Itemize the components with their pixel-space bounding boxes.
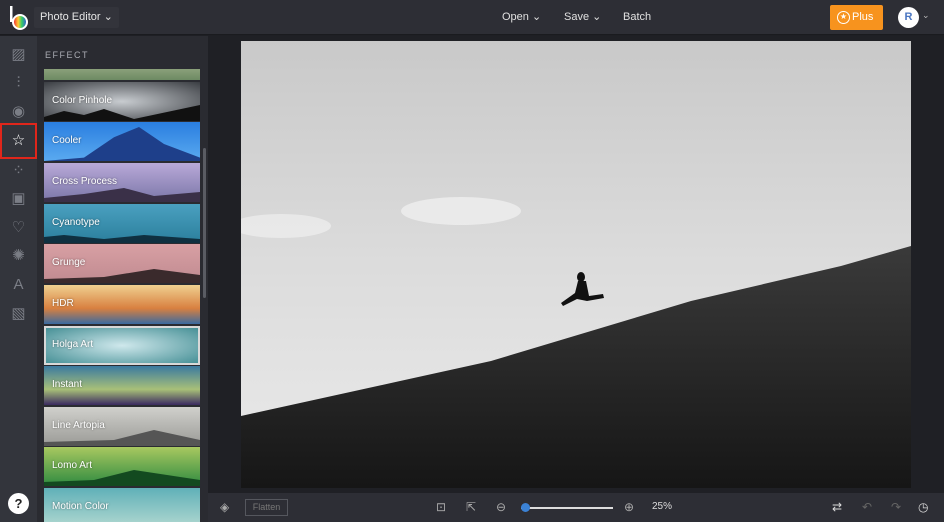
open-menu[interactable]: Open ⌄ <box>496 7 547 28</box>
zoom-slider[interactable] <box>521 507 613 509</box>
plus-button[interactable]: ★ Plus <box>830 5 883 30</box>
eye-icon[interactable]: ◉ <box>0 98 37 126</box>
nodes-icon[interactable]: ⁘ <box>0 157 37 185</box>
star-icon[interactable]: ☆ <box>0 123 37 159</box>
effect-cyanotype[interactable]: Cyanotype <box>44 204 200 243</box>
batch-button[interactable]: Batch <box>617 7 657 28</box>
effect-hdr[interactable]: HDR <box>44 285 200 324</box>
effect-cross-process[interactable]: Cross Process <box>44 163 200 202</box>
bottom-bar: ◈ Flatten ⊡ ⇱ ⊖ ⊕ 25% ⇄ ↶ ↷ ◷ <box>208 493 944 522</box>
history-icon[interactable]: ◷ <box>918 500 928 514</box>
expand-icon[interactable]: ⇱ <box>466 500 476 514</box>
app-switcher[interactable]: Photo Editor ⌄ <box>34 7 119 28</box>
canvas-area <box>208 36 944 493</box>
effect-grunge[interactable]: Grunge <box>44 244 200 283</box>
image-icon[interactable]: ▨ <box>0 41 37 69</box>
avatar[interactable]: R <box>898 7 919 28</box>
panel-scrollbar[interactable] <box>203 148 206 298</box>
star-icon: ★ <box>837 11 850 24</box>
effect-lomo-art[interactable]: Lomo Art <box>44 447 200 486</box>
heart-icon[interactable]: ♡ <box>0 214 37 242</box>
tool-rail: ▨ ⫶ ◉ ☆ ⁘ ▣ ♡ ✺ A ▧ <box>0 36 37 522</box>
zoom-in-icon[interactable]: ⊕ <box>624 500 634 514</box>
app-title: Photo Editor <box>40 11 101 23</box>
zoom-slider-handle[interactable] <box>521 503 530 512</box>
text-icon[interactable]: A <box>0 271 37 299</box>
effect-holga-art[interactable]: Holga Art <box>44 326 200 365</box>
texture-icon[interactable]: ▧ <box>0 300 37 328</box>
effect-line-artopia[interactable]: Line Artopia <box>44 407 200 446</box>
panel-heading: EFFECT <box>45 50 89 60</box>
badge-icon[interactable]: ✺ <box>0 242 37 270</box>
fit-screen-icon[interactable]: ⊡ <box>436 500 446 514</box>
save-menu[interactable]: Save ⌄ <box>558 7 607 28</box>
effect-motion-color[interactable]: Motion Color <box>44 488 200 522</box>
top-bar: Photo Editor ⌄ Open ⌄ Save ⌄ Batch ★ Plus… <box>0 0 944 35</box>
photo[interactable] <box>241 41 911 488</box>
frame-icon[interactable]: ▣ <box>0 185 37 213</box>
zoom-out-icon[interactable]: ⊖ <box>496 500 506 514</box>
layers-icon[interactable]: ◈ <box>220 500 229 514</box>
compare-icon[interactable]: ⇄ <box>832 500 842 514</box>
effects-panel: EFFECT Color Pinhole Cooler Cross Proces… <box>37 36 208 522</box>
sliders-icon[interactable]: ⫶ <box>0 69 37 97</box>
undo-icon[interactable]: ↶ <box>862 500 872 514</box>
zoom-level: 25% <box>652 501 673 512</box>
effect-cooler[interactable]: Cooler <box>44 122 200 161</box>
chevron-down-icon[interactable]: ⌄ <box>922 10 930 21</box>
effect-instant[interactable]: Instant <box>44 366 200 405</box>
app-logo[interactable] <box>8 5 30 31</box>
redo-icon[interactable]: ↷ <box>891 500 901 514</box>
flatten-button[interactable]: Flatten <box>245 499 288 516</box>
effect-thumb-partial[interactable] <box>44 69 200 80</box>
effect-color-pinhole[interactable]: Color Pinhole <box>44 82 200 121</box>
help-button[interactable]: ? <box>8 493 29 514</box>
